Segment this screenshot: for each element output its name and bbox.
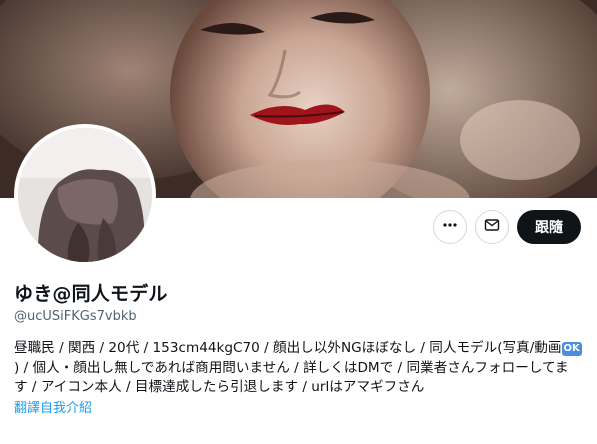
profile-info: ゆき@同人モデル @ucUSiFKGs7vbkb 昼職民 / 関西 / 20代 … — [14, 282, 582, 418]
translate-bio-link[interactable]: 翻譯自我介紹 — [14, 400, 582, 418]
profile-page: 跟隨 ゆき@同人モデル @ucUSiFKGs7vbkb 昼職民 / 関西 / 2… — [0, 0, 597, 444]
message-button[interactable] — [475, 210, 509, 244]
bio-text-part1: 昼職民 / 関西 / 20代 / 153cm44kgC70 / 顔出し以外NGほ… — [14, 340, 562, 356]
profile-avatar[interactable] — [14, 124, 156, 266]
display-name: ゆき@同人モデル — [14, 283, 168, 305]
more-dots-icon — [442, 217, 458, 237]
ok-emoji-icon: OK — [561, 342, 582, 356]
envelope-icon — [484, 217, 500, 237]
user-handle: @ucUSiFKGs7vbkb — [14, 309, 137, 324]
profile-bio: 昼職民 / 関西 / 20代 / 153cm44kgC70 / 顔出し以外NGほ… — [14, 339, 582, 398]
more-button[interactable] — [433, 210, 467, 244]
profile-actions: 跟隨 — [433, 210, 581, 244]
follow-button[interactable]: 跟隨 — [517, 210, 581, 244]
bio-text-part2: ) / 個人・顔出し無しであれば商用問いません / 詳しくはDMで / 同業者さ… — [14, 359, 569, 396]
